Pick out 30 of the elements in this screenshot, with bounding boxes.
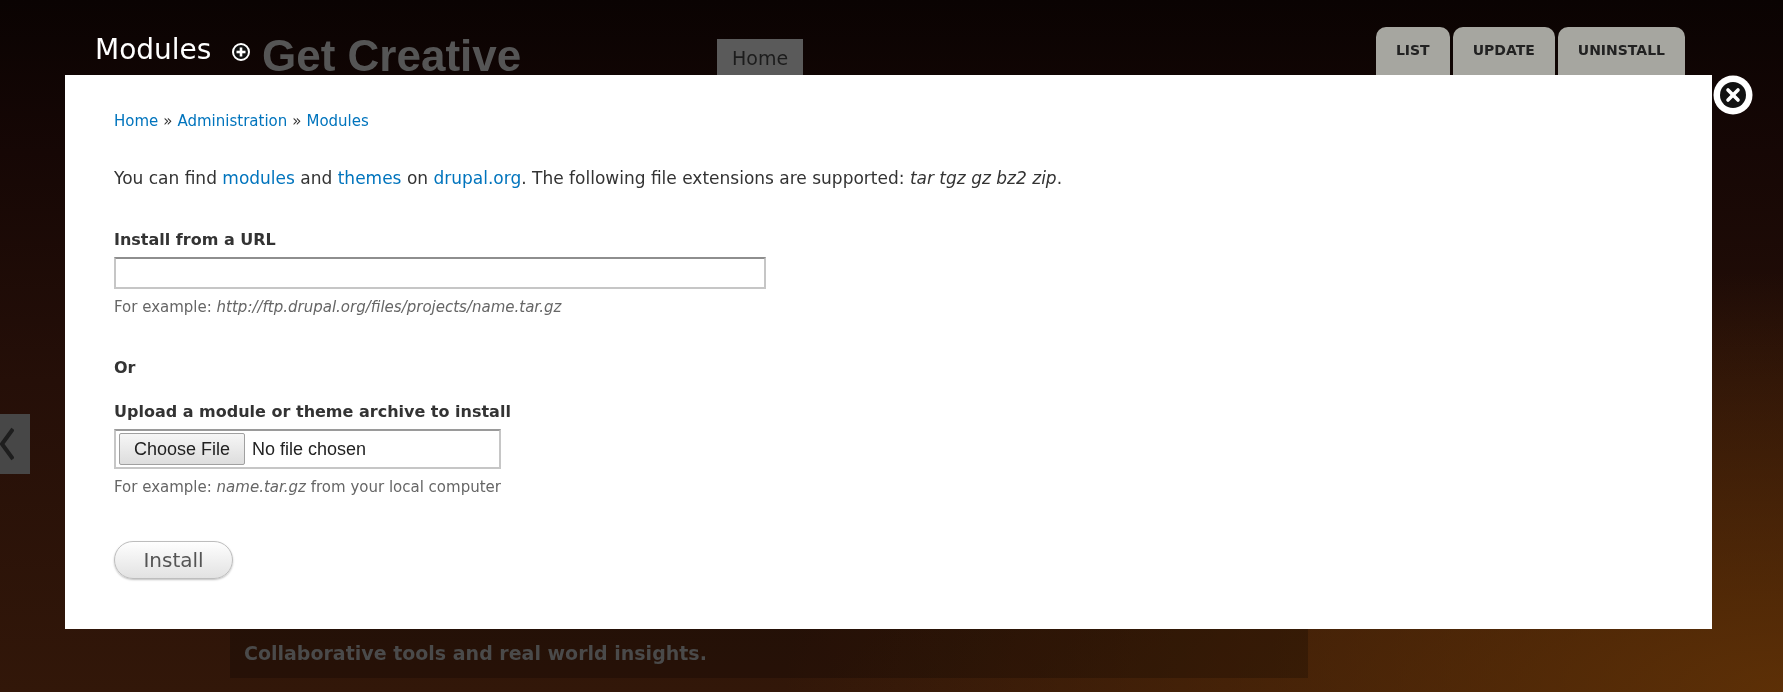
breadcrumb-link[interactable]: Modules bbox=[306, 111, 369, 131]
plus-circle-icon[interactable] bbox=[232, 43, 251, 61]
text-link[interactable]: modules bbox=[222, 168, 295, 188]
install-button[interactable]: Install bbox=[114, 541, 233, 579]
close-button[interactable] bbox=[1713, 75, 1753, 115]
tab[interactable]: UNINSTALL bbox=[1557, 27, 1685, 75]
url-input-field[interactable] bbox=[114, 257, 766, 289]
field-description: For example: http://ftp.drupal.org/files/projects/name.tar.gz bbox=[114, 297, 562, 317]
breadcrumb-link[interactable]: Home bbox=[114, 111, 159, 131]
choose-file-button[interactable]: Choose File bbox=[119, 433, 246, 465]
breadcrumb-separator: » bbox=[163, 111, 173, 131]
tab[interactable]: UPDATE bbox=[1452, 27, 1555, 75]
field-label: Install from a URL bbox=[114, 229, 276, 251]
page-heading: Get Creative bbox=[262, 34, 522, 78]
breadcrumb-link[interactable]: Administration bbox=[177, 111, 288, 131]
breadcrumb-separator: » bbox=[292, 111, 302, 131]
close-icon bbox=[1713, 75, 1753, 115]
slider-arrow-button[interactable] bbox=[0, 414, 30, 474]
tab[interactable]: LIST bbox=[1375, 27, 1450, 75]
overlay-title: Modules bbox=[95, 33, 212, 67]
text-link[interactable]: drupal.org bbox=[433, 168, 522, 188]
chevron-left-icon bbox=[0, 427, 14, 461]
field-description: For example: name.tar.gz from your local computer bbox=[114, 477, 501, 497]
file-upload-field[interactable]: Choose File No file chosen bbox=[114, 429, 501, 469]
or-label: Or bbox=[114, 357, 136, 379]
file-status-text: No file chosen bbox=[252, 438, 367, 460]
tagline-banner: Collaborative tools and real world insights. bbox=[230, 629, 1308, 678]
field-label: Upload a module or theme archive to install bbox=[114, 401, 511, 423]
intro-paragraph: You can find modules and themes on drupal.org. The following file extensions are supported: tar tgz gz bz2 zip. bbox=[114, 167, 1063, 190]
text-link[interactable]: themes bbox=[337, 168, 402, 188]
